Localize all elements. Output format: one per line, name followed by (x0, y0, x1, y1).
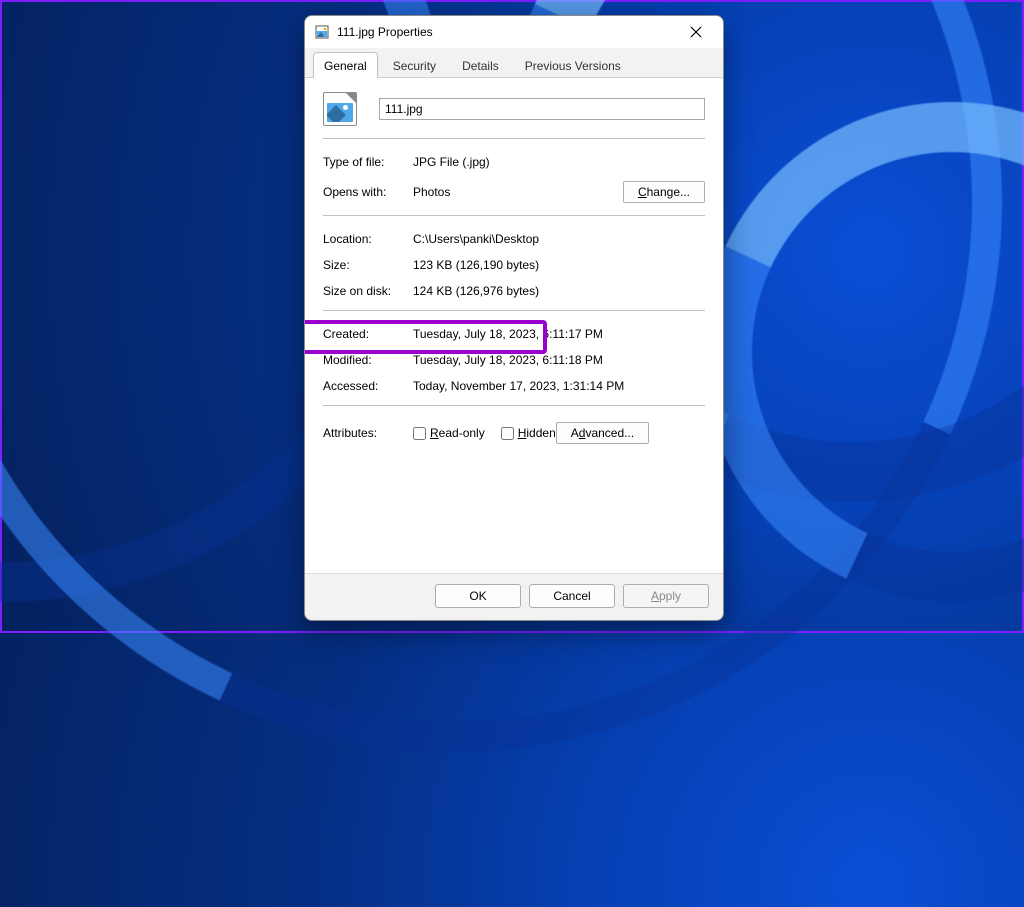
hidden-checkbox[interactable] (501, 427, 514, 440)
divider (323, 138, 705, 139)
filename-input[interactable] (379, 98, 705, 120)
tab-general[interactable]: General (313, 52, 378, 78)
location-value: C:\Users\panki\Desktop (413, 232, 705, 246)
close-button[interactable] (675, 18, 717, 46)
type-of-file-label: Type of file: (323, 155, 413, 169)
readonly-checkbox[interactable] (413, 427, 426, 440)
accessed-value: Today, November 17, 2023, 1:31:14 PM (413, 379, 705, 393)
apply-button[interactable]: Apply (623, 584, 709, 608)
created-value: Tuesday, July 18, 2023, 6:11:17 PM (413, 327, 705, 341)
modified-value: Tuesday, July 18, 2023, 6:11:18 PM (413, 353, 705, 367)
change-button[interactable]: Change... (623, 181, 705, 203)
tab-details[interactable]: Details (451, 52, 510, 78)
created-label: Created: (323, 327, 413, 341)
divider (323, 215, 705, 216)
hidden-checkbox-label[interactable]: Hidden (501, 426, 556, 440)
size-on-disk-value: 124 KB (126,976 bytes) (413, 284, 705, 298)
tab-previous-versions[interactable]: Previous Versions (514, 52, 632, 78)
modified-label: Modified: (323, 353, 413, 367)
advanced-button[interactable]: Advanced... (556, 422, 649, 444)
size-row: Size: 123 KB (126,190 bytes) (323, 252, 705, 278)
readonly-checkbox-label[interactable]: Read-only (413, 426, 485, 440)
window-icon (315, 25, 329, 39)
opens-with-label: Opens with: (323, 185, 413, 199)
cancel-button[interactable]: Cancel (529, 584, 615, 608)
ok-button[interactable]: OK (435, 584, 521, 608)
type-of-file-value: JPG File (.jpg) (413, 155, 705, 169)
divider (323, 310, 705, 311)
divider (323, 405, 705, 406)
attributes-label: Attributes: (323, 426, 413, 440)
hidden-text: idden (526, 426, 555, 440)
opens-with-value: Photos (413, 185, 623, 199)
size-on-disk-label: Size on disk: (323, 284, 413, 298)
properties-dialog: 111.jpg Properties General Security Deta… (304, 15, 724, 621)
close-icon (690, 26, 702, 38)
size-value: 123 KB (126,190 bytes) (413, 258, 705, 272)
size-label: Size: (323, 258, 413, 272)
location-label: Location: (323, 232, 413, 246)
file-type-icon (323, 92, 357, 126)
tab-content: Type of file: JPG File (.jpg) Opens with… (305, 78, 723, 573)
window-title: 111.jpg Properties (337, 25, 675, 39)
dialog-footer: OK Cancel Apply (305, 573, 723, 620)
titlebar: 111.jpg Properties (305, 16, 723, 48)
tab-bar: General Security Details Previous Versio… (305, 48, 723, 78)
tab-security[interactable]: Security (382, 52, 447, 78)
readonly-text: ead-only (439, 426, 485, 440)
accessed-label: Accessed: (323, 379, 413, 393)
